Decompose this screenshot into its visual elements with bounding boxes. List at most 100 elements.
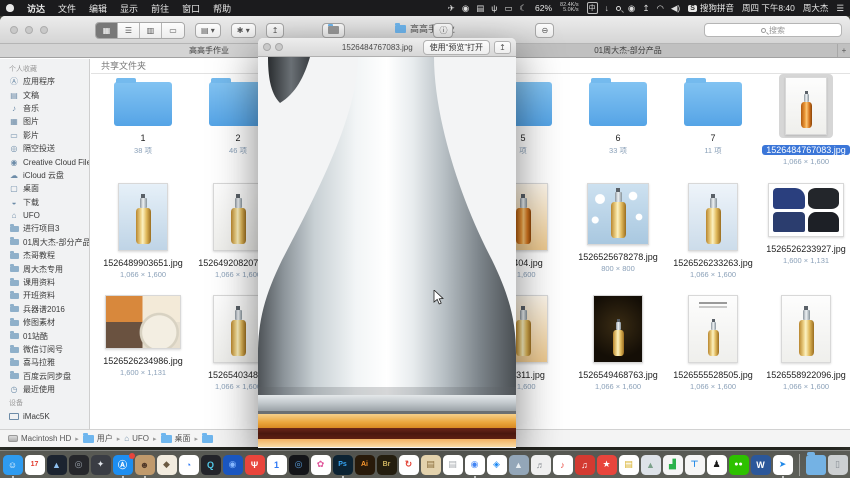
sidebar-item-影片[interactable]: ▭影片 — [0, 129, 89, 142]
dock-illustrator-icon[interactable]: Ai — [355, 455, 375, 475]
mic-icon[interactable]: ψ — [491, 3, 497, 14]
file-item-selected[interactable]: 1526484767083.jpg 1,066 × 1,600 — [762, 74, 850, 166]
sidebar-item-兵器谱2016[interactable]: 兵器谱2016 — [0, 303, 89, 316]
sidebar-item-微信订阅号[interactable]: 微信订阅号 — [0, 343, 89, 356]
sidebar-item-音乐[interactable]: ♪音乐 — [0, 102, 89, 115]
moon-icon[interactable]: ☾ — [519, 3, 527, 14]
dock-flower-app-icon[interactable]: ✿ — [311, 455, 331, 475]
sidebar-item-开班资料[interactable]: 开班资料 — [0, 289, 89, 302]
dock-lens-app-icon[interactable]: ◎ — [69, 455, 89, 475]
clipboard-icon[interactable]: ▤ — [476, 3, 484, 14]
dock-safari-icon[interactable]: ◈ — [487, 455, 507, 475]
arrow-up-icon[interactable]: ↥ — [642, 3, 649, 14]
dock-chrome-icon[interactable]: ◉ — [465, 455, 485, 475]
menu-edit[interactable]: 编辑 — [89, 2, 107, 15]
path-crumb-Macintosh HD[interactable]: Macintosh HD — [8, 434, 71, 443]
sidebar-item-ufo[interactable]: ⌂UFO — [0, 209, 89, 222]
fullscreen-button[interactable] — [275, 43, 283, 51]
file-item[interactable]: 1526526233927.jpg 1,600 × 1,131 — [762, 183, 850, 265]
menu-finder[interactable]: 访达 — [27, 2, 45, 15]
wifi-icon[interactable]: ◠ — [656, 3, 663, 14]
delete-button[interactable]: ⊖ — [535, 23, 554, 38]
file-item[interactable]: 1526526233263.jpg 1,066 × 1,600 — [669, 183, 757, 279]
sidebar-item-喜马拉雅[interactable]: 喜马拉雅 — [0, 356, 89, 369]
notification-center-icon[interactable]: ☰ — [836, 3, 844, 14]
folder-item[interactable]: 1 38 项 — [99, 74, 187, 156]
dock-cards-app-icon[interactable]: ▤ — [421, 455, 441, 475]
ime-icon[interactable]: 中 — [587, 2, 598, 14]
volume-icon[interactable]: ◀) — [671, 3, 680, 14]
folder-item[interactable]: 7 11 项 — [669, 74, 757, 156]
dock-bridge-icon[interactable]: Br — [377, 455, 397, 475]
icon-view-button[interactable]: ▦ — [96, 23, 118, 38]
file-item[interactable]: 1526525678278.jpg 800 × 800 — [574, 183, 662, 273]
dock-lens2-app-icon[interactable]: ◎ — [289, 455, 309, 475]
dock-preview-app-icon[interactable]: ▲ — [509, 455, 529, 475]
dock-one-app-icon[interactable]: 1 — [267, 455, 287, 475]
path-crumb-桌面[interactable]: 桌面 — [161, 433, 191, 444]
spotlight-icon[interactable] — [616, 3, 621, 13]
menu-help[interactable]: 帮助 — [213, 2, 231, 15]
dock-cloud-app-icon[interactable]: ◔ — [179, 455, 199, 475]
dock-numbers-icon[interactable]: ▟ — [663, 455, 683, 475]
sidebar-item-进行项目3[interactable]: 进行项目3 — [0, 222, 89, 235]
search-input[interactable]: 搜索 — [704, 23, 842, 37]
dock-qq-icon[interactable]: ♟ — [707, 455, 727, 475]
path-crumb-folder[interactable] — [202, 435, 213, 443]
dock-band-app-icon[interactable]: ♬ — [531, 455, 551, 475]
apple-menu-icon[interactable] — [6, 4, 14, 12]
path-crumb-用户[interactable]: 用户 — [83, 433, 113, 444]
group-button[interactable]: ▤ ▾ — [195, 23, 221, 38]
dock-notes-icon[interactable]: ▤ — [619, 455, 639, 475]
dock-document-app-icon[interactable]: ▤ — [443, 455, 463, 475]
menu-window[interactable]: 窗口 — [182, 2, 200, 15]
file-item[interactable]: 1526555528505.jpg 1,066 × 1,600 — [669, 295, 757, 391]
sidebar-item-修图素材[interactable]: 修图素材 — [0, 316, 89, 329]
new-folder-button[interactable] — [322, 23, 345, 38]
sidebar-item-imac5k[interactable]: iMac5K — [0, 409, 89, 422]
share-button[interactable]: ↥ — [494, 41, 511, 54]
sidebar-item-creative-cloud-files[interactable]: ◉Creative Cloud Files — [0, 155, 89, 168]
sidebar-item-周大杰专用[interactable]: 周大杰专用 — [0, 262, 89, 275]
new-tab-button[interactable]: + — [838, 44, 850, 57]
user-menu[interactable]: 周大杰 — [803, 2, 829, 14]
dock-finder-icon[interactable]: ☺ — [3, 455, 23, 475]
dock-calendar-icon[interactable]: 17 — [25, 455, 45, 475]
quicklook-titlebar[interactable]: 1526484767083.jpg 使用“预览”打开 ↥ — [258, 38, 516, 57]
dock-thunder-icon[interactable]: ➤ — [773, 455, 793, 475]
sidebar-item-应用程序[interactable]: Ⓐ应用程序 — [0, 75, 89, 88]
dock-downloads-folder-icon[interactable] — [806, 455, 826, 475]
dock-photoshop-icon[interactable]: Ps — [333, 455, 353, 475]
dock-itunes-icon[interactable]: ♪ — [553, 455, 573, 475]
dock-star-app-icon[interactable]: ★ — [597, 455, 617, 475]
net-speed[interactable]: 82.4K/s5.0K/s — [560, 3, 579, 14]
sidebar-item-icloud-云盘[interactable]: ☁iCloud 云盘 — [0, 169, 89, 182]
menu-file[interactable]: 文件 — [58, 2, 76, 15]
dock-q-music-app-icon[interactable]: Q — [201, 455, 221, 475]
arrow-down-icon[interactable]: ↓ — [605, 3, 609, 13]
dock-blue-sphere-app-icon[interactable]: ◉ — [223, 455, 243, 475]
paperplane-icon[interactable]: ✈ — [448, 3, 455, 14]
dock-mic-app-icon[interactable]: Ψ — [245, 455, 265, 475]
dock-sync-app-icon[interactable]: ↻ — [399, 455, 419, 475]
sidebar-item-隔空投送[interactable]: ◎隔空投送 — [0, 142, 89, 155]
dock-launchpad-icon[interactable]: ✦ — [91, 455, 111, 475]
coverflow-view-button[interactable]: ▭ — [162, 23, 184, 38]
sidebar-item-课用资料[interactable]: 课用资料 — [0, 276, 89, 289]
sidebar-item-下载[interactable]: ◒下载 — [0, 196, 89, 209]
folder-item[interactable]: 6 33 项 — [574, 74, 662, 156]
dock-wechat-icon[interactable]: ●● — [729, 455, 749, 475]
quicklook-window[interactable]: 1526484767083.jpg 使用“预览”打开 ↥ — [258, 38, 516, 448]
dock-keynote-icon[interactable]: ⊤ — [685, 455, 705, 475]
display-icon[interactable]: ▭ — [504, 3, 512, 14]
file-item[interactable]: 1526526234986.jpg 1,600 × 1,131 — [99, 295, 187, 377]
column-view-button[interactable]: ▥ — [140, 23, 162, 38]
share-button[interactable]: ↥ — [266, 23, 285, 38]
camera-icon[interactable]: ◉ — [462, 3, 469, 14]
dock-photos-app-icon[interactable]: ▲ — [641, 455, 661, 475]
info-button[interactable]: ⓘ — [433, 23, 453, 38]
sidebar-item-最近使用[interactable]: ◷最近使用 — [0, 383, 89, 396]
file-item[interactable]: 1526489903651.jpg 1,066 × 1,600 — [99, 183, 187, 279]
sidebar-item-文稿[interactable]: ▤文稿 — [0, 88, 89, 101]
file-item[interactable]: 1526549468763.jpg 1,066 × 1,600 — [574, 295, 662, 391]
